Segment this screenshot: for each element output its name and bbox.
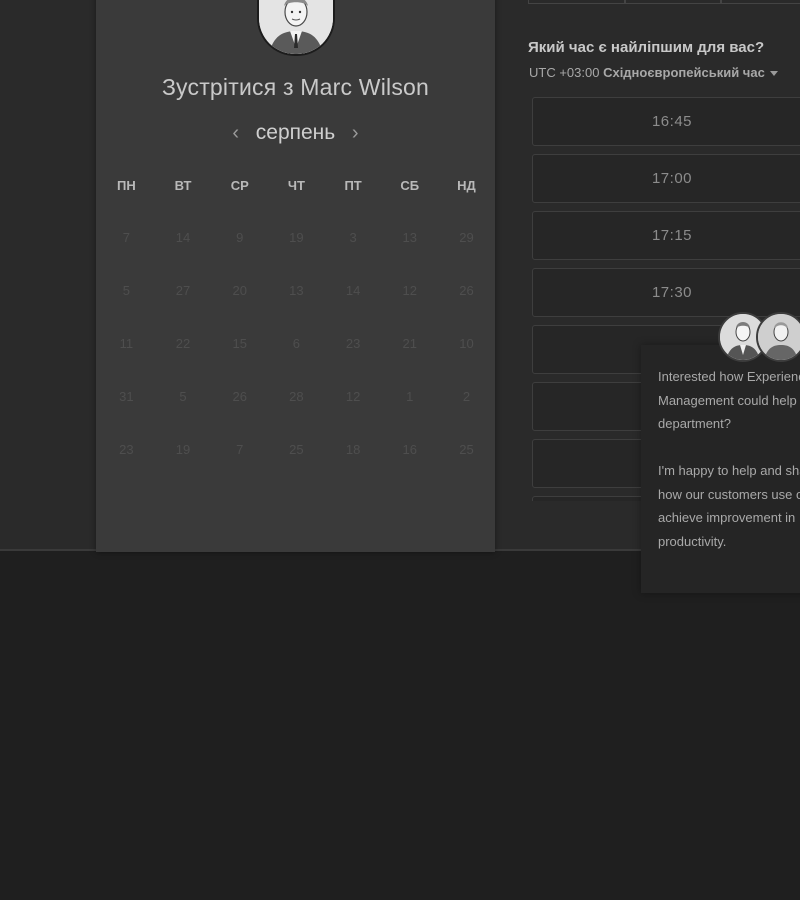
chat-avatars[interactable] [718,312,800,362]
calendar-day: 11 [119,336,134,351]
time-question: Який час є найліпшим для вас? [528,39,765,56]
calendar-day: 22 [175,336,191,351]
chevron-left-icon[interactable]: ‹ [230,122,242,145]
calendar-day: 29 [459,230,474,245]
calendar-day: 16 [402,442,418,457]
calendar-day: 15 [232,336,247,351]
calendar-day: 31 [119,389,134,404]
calendar-day: 20 [232,283,247,298]
calendar-day: 13 [289,283,304,298]
calendar-day: 7 [122,230,130,245]
weekday-label: СБ [400,178,420,193]
calendar-day: 9 [236,230,244,245]
calendar-day: 2 [462,389,471,404]
page: Зустрітися з Marc Wilson ‹ серпень › ПН … [0,0,800,900]
month-navigation: ‹ серпень › [96,118,495,148]
top-tabs [528,0,800,5]
timezone-name: Східноєвропейський час [603,65,765,80]
calendar-day: 12 [345,389,361,404]
time-slot[interactable]: 17:15 [532,211,800,260]
calendar-day: 28 [289,389,304,404]
calendar-day: 23 [119,442,134,457]
person-avatar-icon [259,0,333,54]
calendar-card: Зустрітися з Marc Wilson ‹ серпень › ПН … [96,0,495,552]
host-avatar [257,0,335,56]
calendar-day: 18 [345,442,361,457]
weekday-header: ПН ВТ СР ЧТ ПТ СБ НД [98,178,497,193]
top-tab[interactable] [624,0,722,4]
agent-avatar [756,312,800,362]
time-slot[interactable]: 16:45 [532,97,800,146]
time-slot[interactable]: 17:30 [532,268,800,317]
calendar-day: 3 [349,230,357,245]
calendar-day: 13 [402,230,418,245]
calendar-day: 26 [232,389,247,404]
chevron-right-icon[interactable]: › [349,122,361,145]
time-slot[interactable]: 17:00 [532,154,800,203]
month-label: серпень [255,121,336,144]
top-tab[interactable] [721,0,800,4]
calendar-day: 5 [179,389,187,404]
person-avatar-icon [758,314,800,360]
calendar-days-grid: 7 14 9 19 3 13 29 5 27 20 13 14 12 26 11… [98,230,497,495]
chat-popup[interactable]: Interested how Experience Management cou… [641,345,800,593]
calendar-day: 19 [175,442,191,457]
timezone-select[interactable]: UTC +03:00 Східноєвропейський час [529,65,778,80]
calendar-day: 26 [459,283,474,298]
calendar-day: 19 [289,230,304,245]
calendar-day: 27 [175,283,191,298]
calendar-day: 25 [289,442,304,457]
calendar-day: 7 [236,442,244,457]
weekday-label: ЧТ [287,178,305,193]
weekday-label: ВТ [174,178,192,193]
caret-down-icon [769,71,778,77]
weekday-label: ПТ [344,178,362,193]
calendar-day: 12 [402,283,418,298]
weekday-label: СР [230,178,249,193]
calendar-day: 6 [292,336,301,351]
calendar-day: 14 [345,283,361,298]
calendar-day: 25 [459,442,474,457]
calendar-day: 5 [122,283,130,298]
chat-paragraph: I'm happy to help and share insight into… [658,463,800,549]
weekday-label: ПН [116,178,136,193]
timezone-prefix: UTC +03:00 [529,65,604,80]
meeting-title: Зустрітися з Marc Wilson [161,74,430,100]
chat-message: Interested how Experience Management cou… [658,365,800,577]
weekday-label: НД [457,178,476,193]
calendar-day: 23 [345,336,361,351]
chat-paragraph: Interested how Experience Management cou… [658,369,800,431]
calendar-day: 21 [402,336,418,351]
calendar-day: 10 [459,336,474,351]
calendar-day: 14 [175,230,191,245]
calendar-day: 1 [406,389,414,404]
top-tab[interactable] [528,0,625,4]
